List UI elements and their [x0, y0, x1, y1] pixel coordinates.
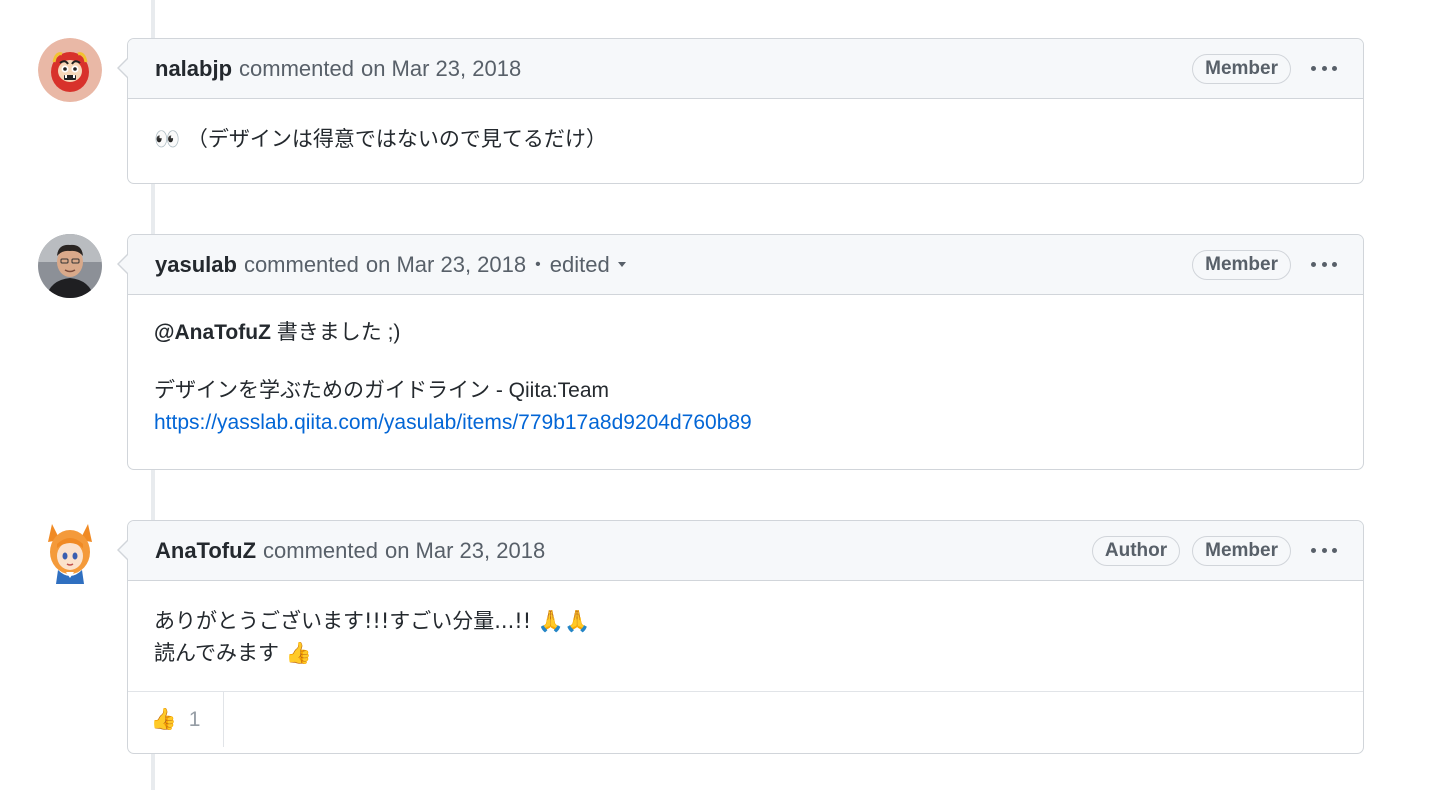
- comment-action: commented: [263, 537, 378, 563]
- avatar-anatofuz[interactable]: [38, 520, 102, 584]
- member-badge: Member: [1192, 535, 1291, 566]
- avatar-nalabjp[interactable]: [38, 38, 102, 102]
- comment-action: commented: [239, 55, 354, 81]
- member-badge: Member: [1192, 249, 1291, 280]
- thumbs-up-reaction-button[interactable]: 👍 1: [128, 692, 224, 747]
- comment-header: nalabjp commented on Mar 23, 2018 Member: [128, 39, 1363, 99]
- author-link[interactable]: nalabjp: [155, 56, 232, 82]
- thumbs-up-icon: 👍: [150, 707, 177, 731]
- comment-card: AnaTofuZ commented on Mar 23, 2018 Autho…: [117, 520, 1364, 754]
- comment-action: commented: [243, 251, 359, 277]
- comment-text-line: 👀 （デザインは得意ではないので見てるだけ）: [154, 127, 607, 151]
- comment-text-line: 読んでみます 👍: [154, 641, 312, 665]
- comment-header: AnaTofuZ commented on Mar 23, 2018 Autho…: [128, 521, 1363, 581]
- more-options-icon[interactable]: [1311, 59, 1337, 79]
- separator-dot: •: [535, 255, 541, 273]
- user-mention-link[interactable]: @AnaTofuZ: [154, 321, 271, 344]
- comment-text-line: ありがとうございます!!!すごい分量...!! 🙏🙏: [154, 609, 591, 633]
- mention-text: 書きました ;): [270, 321, 401, 344]
- comment-timestamp[interactable]: on Mar 23, 2018: [366, 252, 526, 278]
- qiita-link[interactable]: https://yasslab.qiita.com/yasulab/items/…: [154, 411, 752, 434]
- edited-dropdown[interactable]: edited: [550, 252, 626, 278]
- edited-label: edited: [549, 251, 610, 277]
- author-link[interactable]: AnaTofuZ: [155, 538, 256, 564]
- reactions-bar: 👍 1: [128, 691, 1363, 747]
- reaction-count: 1: [188, 707, 201, 731]
- comment-timestamp[interactable]: on Mar 23, 2018: [385, 538, 545, 564]
- comment-timeline: nalabjp commented on Mar 23, 2018 Member…: [0, 0, 1442, 790]
- daruma-avatar-icon: [38, 38, 102, 102]
- avatar-yasulab[interactable]: [38, 234, 102, 298]
- comment-header: yasulab commented on Mar 23, 2018 • edit…: [128, 235, 1363, 295]
- caret-down-icon: [617, 262, 626, 267]
- comment-card: nalabjp commented on Mar 23, 2018 Member…: [117, 38, 1364, 184]
- comment-card: yasulab commented on Mar 23, 2018 • edit…: [117, 234, 1364, 470]
- more-options-icon[interactable]: [1311, 541, 1337, 561]
- fox-girl-avatar-icon: [48, 524, 92, 584]
- link-title: デザインを学ぶためのガイドライン - Qiita:Team: [154, 379, 610, 402]
- author-link[interactable]: yasulab: [155, 252, 237, 278]
- more-options-icon[interactable]: [1311, 255, 1337, 275]
- member-badge: Member: [1192, 53, 1291, 84]
- author-badge: Author: [1091, 535, 1181, 566]
- comment-timestamp[interactable]: on Mar 23, 2018: [361, 56, 521, 82]
- comment-body: ありがとうございます!!!すごい分量...!! 🙏🙏 読んでみます 👍: [128, 581, 1363, 691]
- comment-body: 👀 （デザインは得意ではないので見てるだけ）: [128, 99, 1363, 155]
- comment-text-line: @AnaTofuZ 書きました ;): [154, 317, 1337, 349]
- person-avatar-icon: [38, 234, 102, 298]
- comment-body: @AnaTofuZ 書きました ;) デザインを学ぶためのガイドライン - Qi…: [128, 295, 1363, 439]
